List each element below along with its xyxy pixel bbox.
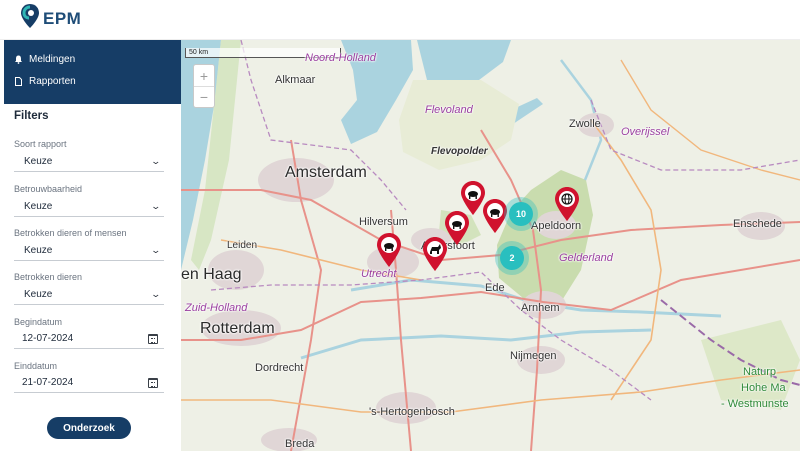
map-label-rotterdam: Rotterdam (200, 320, 275, 337)
map-label-hohe-mark: Hohe Ma (741, 382, 786, 394)
incident-marker-globe[interactable] (553, 186, 581, 222)
date-value: 21-07-2024 (22, 377, 74, 388)
zoom-control: + − (193, 64, 215, 108)
date-value: 12-07-2024 (22, 333, 74, 344)
map-label-zwolle: Zwolle (569, 118, 601, 130)
nav-item-meldingen[interactable]: Meldingen (14, 51, 75, 67)
cluster-count: 10 (509, 202, 533, 226)
onderzoek-button[interactable]: Onderzoek (47, 417, 131, 439)
map-label-naturpark: Naturp (743, 366, 777, 378)
map-label-utrecht: Utrecht (361, 268, 397, 280)
map-label-amsterdam: Amsterdam (285, 164, 367, 181)
betrokken-dieren-label: Betrokken dieren (14, 272, 83, 282)
map-label-overijssel: Overijssel (621, 126, 670, 138)
betrokken-dieren-select[interactable]: Keuze ⌄ (14, 285, 164, 305)
app-root: EPM Meldingen Rapporten Filters Soort ra… (0, 0, 800, 451)
map-label-breda: Breda (285, 438, 315, 450)
incident-marker-cow[interactable] (375, 232, 403, 268)
map-label-flevopolder: Flevopolder (431, 146, 488, 157)
epm-logo[interactable]: EPM (20, 3, 81, 29)
chevron-down-icon: ⌄ (150, 289, 162, 299)
map-label-zuid-holland: Zuid-Holland (185, 302, 248, 314)
map-label-arnhem: Arnhem (521, 302, 560, 314)
map-label-gelderland: Gelderland (559, 252, 613, 264)
select-value: Keuze (24, 289, 53, 300)
sidebar-nav: Meldingen Rapporten (4, 40, 181, 104)
map-label-dordrecht: Dordrecht (255, 362, 304, 374)
top-bar: EPM (0, 0, 800, 40)
calendar-icon[interactable] (148, 333, 158, 344)
betrouwbaarheid-select[interactable]: Keuze ⌄ (14, 197, 164, 217)
marker-cluster[interactable]: 10 (504, 197, 538, 231)
select-value: Keuze (24, 245, 53, 256)
map-label-nijmegen: Nijmegen (510, 350, 557, 362)
calendar-icon[interactable] (148, 377, 158, 388)
map-label-westmunsterland: - Westmunste (721, 398, 789, 410)
zoom-out-button[interactable]: − (194, 86, 214, 107)
filters-title: Filters (14, 110, 49, 122)
sidebar: Meldingen Rapporten Filters Soort rappor… (0, 40, 181, 451)
map-label-hilversum: Hilversum (359, 216, 408, 228)
logo-pin-icon (20, 3, 40, 29)
einddatum-label: Einddatum (14, 361, 58, 371)
map-label-leiden: Leiden (227, 240, 258, 251)
bell-icon (14, 55, 23, 64)
zoom-in-button[interactable]: + (194, 65, 214, 86)
begindatum-input[interactable]: 12-07-2024 (14, 329, 164, 349)
einddatum-input[interactable]: 21-07-2024 (14, 373, 164, 393)
nav-item-rapporten[interactable]: Rapporten (14, 73, 76, 89)
map-label-flevoland: Flevoland (425, 104, 473, 116)
logo-text: EPM (43, 9, 82, 28)
betrokken-dieren-mensen-select[interactable]: Keuze ⌄ (14, 241, 164, 261)
betrouwbaarheid-label: Betrouwbaarheid (14, 184, 83, 194)
map-label-den-bosch: 's-Hertogenbosch (369, 406, 455, 418)
document-icon (14, 76, 23, 86)
chevron-down-icon: ⌄ (150, 156, 162, 166)
nav-item-label: Meldingen (29, 53, 76, 65)
cluster-count: 2 (500, 246, 524, 270)
map-label-alkmaar: Alkmaar (275, 74, 316, 86)
select-value: Keuze (24, 156, 53, 167)
nav-item-label: Rapporten (29, 75, 76, 87)
map-base-tiles (181, 40, 800, 451)
map-label-ede: Ede (485, 282, 505, 294)
map-label-enschede: Enschede (733, 218, 782, 230)
soort-rapport-label: Soort rapport (14, 139, 67, 149)
map-label-noord-holland: Noord-Holland (305, 52, 376, 64)
map-view[interactable]: 50 km + − Noord-Holland Alkmaar Flevolan… (181, 40, 800, 451)
begindatum-label: Begindatum (14, 317, 63, 327)
chevron-down-icon: ⌄ (150, 201, 162, 211)
chevron-down-icon: ⌄ (150, 245, 162, 255)
marker-cluster[interactable]: 2 (495, 241, 529, 275)
map-label-den-haag: en Haag (181, 266, 242, 283)
soort-rapport-select[interactable]: Keuze ⌄ (14, 152, 164, 172)
select-value: Keuze (24, 201, 53, 212)
betrokken-dieren-mensen-label: Betrokken dieren of mensen (14, 228, 127, 238)
